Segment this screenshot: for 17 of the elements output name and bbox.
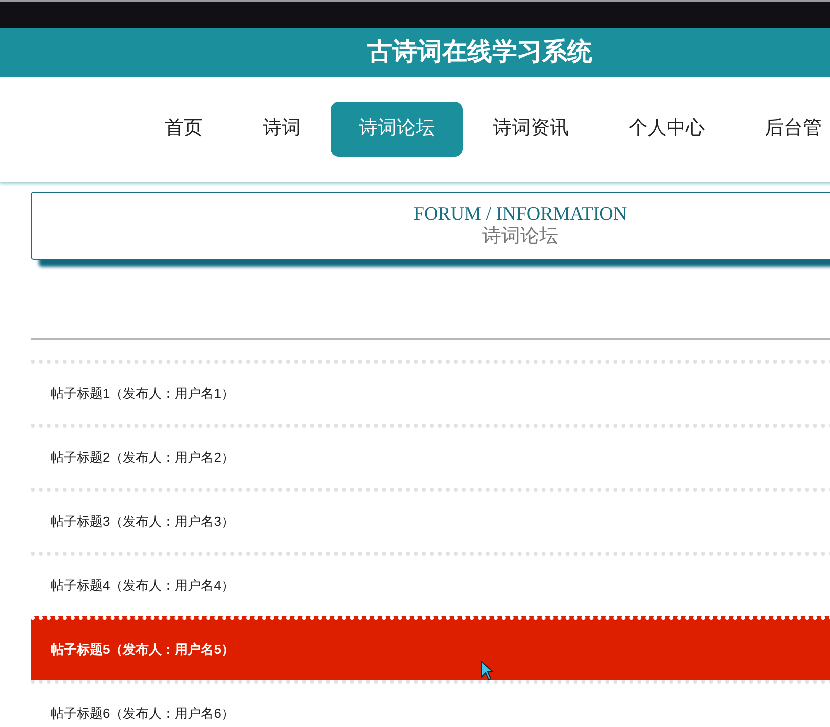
post-title: 帖子标题1（发布人：用户名1） xyxy=(51,385,234,404)
post-row[interactable]: 帖子标题5（发布人：用户名5） xyxy=(31,616,830,680)
nav-tab[interactable]: 后台管 xyxy=(735,102,830,157)
post-title: 帖子标题4（发布人：用户名4） xyxy=(51,577,234,596)
post-title: 帖子标题2（发布人：用户名2） xyxy=(51,449,234,468)
cursor-icon xyxy=(481,661,494,681)
nav-tab[interactable]: 个人中心 xyxy=(599,102,735,157)
post-title: 帖子标题5（发布人：用户名5） xyxy=(51,641,234,660)
banner-english: FORUM / INFORMATION xyxy=(414,204,628,226)
post-title: 帖子标题3（发布人：用户名3） xyxy=(51,513,234,532)
nav-tab[interactable]: 首页 xyxy=(165,102,233,157)
post-title: 帖子标题6（发布人：用户名6） xyxy=(51,705,234,724)
site-title: 古诗词在线学习系统 xyxy=(368,36,592,68)
banner-chinese: 诗词论坛 xyxy=(482,226,558,248)
nav-tab[interactable]: 诗词资讯 xyxy=(463,102,599,157)
nav-tab[interactable]: 诗词 xyxy=(233,102,331,157)
nav-tab[interactable]: 诗词论坛 xyxy=(331,102,463,157)
